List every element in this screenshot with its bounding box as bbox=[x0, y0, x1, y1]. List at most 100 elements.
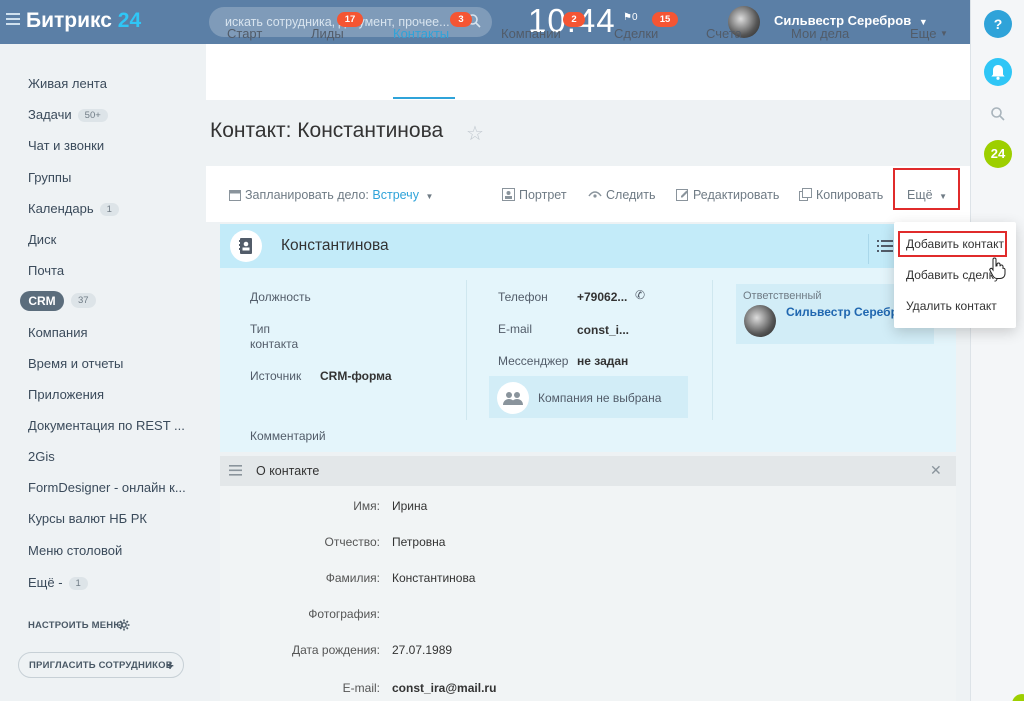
sidebar-item-badge: 1 bbox=[68, 577, 88, 590]
sidebar-item-label: Ещё - bbox=[28, 575, 63, 590]
tab-4[interactable]: Сделки bbox=[614, 26, 658, 41]
copy-button[interactable]: Копировать bbox=[799, 188, 883, 202]
sidebar-item[interactable]: Календарь 1 bbox=[28, 201, 119, 216]
sidebar-item[interactable]: Курсы валют НБ РК bbox=[28, 511, 147, 526]
field-value: 27.07.1989 bbox=[392, 643, 453, 657]
sidebar-item[interactable]: Время и отчеты bbox=[28, 356, 123, 371]
sidebar-item[interactable]: FormDesigner - онлайн к... bbox=[28, 480, 186, 495]
tab-5[interactable]: Счета bbox=[706, 26, 742, 41]
logo[interactable]: Битрикс 24 bbox=[26, 9, 141, 33]
eye-icon bbox=[588, 191, 602, 198]
tab-0[interactable]: Старт bbox=[227, 26, 262, 41]
list-icon[interactable] bbox=[877, 239, 893, 253]
sidebar-item-label: Курсы валют НБ РК bbox=[28, 511, 147, 526]
sidebar-item-badge: 1 bbox=[99, 203, 119, 216]
star-icon[interactable]: ☆ bbox=[466, 121, 484, 146]
field-value: const_ira@mail.ru bbox=[392, 681, 497, 695]
sidebar-item[interactable]: Документация по REST ... bbox=[28, 418, 185, 433]
sidebar-item-label: Меню столовой bbox=[28, 543, 123, 558]
phone-label: Телефон bbox=[498, 290, 548, 304]
flag-counter[interactable]: ⚑0 bbox=[623, 12, 638, 23]
field-label: Фамилия: bbox=[325, 571, 380, 585]
sidebar-item-crm[interactable]: CRM bbox=[20, 291, 64, 311]
sidebar-item[interactable]: Группы bbox=[28, 170, 71, 185]
sidebar-item[interactable]: Приложения bbox=[28, 387, 104, 402]
sidebar-item-label: Почта bbox=[28, 263, 65, 278]
copy-icon bbox=[799, 188, 812, 201]
company-value[interactable]: Компания не выбрана bbox=[538, 391, 661, 405]
invite-button[interactable]: ПРИГЛАСИТЬ СОТРУДНИКОВ + bbox=[18, 652, 184, 678]
tab-2[interactable]: Контакты bbox=[393, 26, 449, 41]
search-icon[interactable] bbox=[990, 106, 1006, 122]
sidebar-item-label: FormDesigner - онлайн к... bbox=[28, 480, 186, 495]
sidebar-item[interactable]: Почта bbox=[28, 263, 64, 278]
menu-icon[interactable] bbox=[6, 13, 20, 27]
sidebar-item-label: Приложения bbox=[28, 387, 105, 402]
menu-item-add-deal[interactable]: Добавить сделку bbox=[906, 268, 1000, 282]
tab-6[interactable]: Мои дела bbox=[791, 26, 849, 41]
chevron-down-icon: ▼ bbox=[425, 192, 434, 201]
sidebar-item[interactable]: Компания bbox=[28, 325, 88, 340]
field-value: Ирина bbox=[392, 499, 428, 513]
drag-handle-icon[interactable] bbox=[229, 465, 242, 476]
flag-icon: ⚑ bbox=[623, 12, 632, 23]
sidebar-item-label: Чат и звонки bbox=[28, 138, 105, 153]
setup-menu-button[interactable]: НАСТРОИТЬ МЕНЮ bbox=[28, 620, 123, 631]
active-tab-indicator bbox=[393, 97, 455, 99]
sidebar-item[interactable]: 2Gis bbox=[28, 449, 55, 464]
sidebar-item[interactable]: Живая лента bbox=[28, 76, 107, 91]
menu-item-delete-contact[interactable]: Удалить контакт bbox=[906, 299, 997, 313]
sidebar-item[interactable]: Чат и звонки bbox=[28, 138, 104, 153]
field-label: Имя: bbox=[353, 499, 380, 513]
type-label: контакта bbox=[250, 337, 299, 351]
close-icon[interactable]: ✕ bbox=[930, 462, 942, 479]
source-value: CRM-форма bbox=[320, 369, 392, 383]
source-label: Источник bbox=[250, 369, 302, 383]
phone-icon[interactable]: ✆ bbox=[635, 288, 645, 302]
sidebar-item[interactable]: Ещё - 1 bbox=[28, 575, 88, 590]
follow-button[interactable]: Следить bbox=[588, 188, 656, 202]
type-label: Тип bbox=[250, 322, 271, 336]
sidebar-item[interactable]: Диск bbox=[28, 232, 56, 247]
column-divider bbox=[466, 280, 467, 420]
sidebar-item-label: Живая лента bbox=[28, 76, 107, 91]
menu-item-highlight bbox=[898, 231, 1007, 257]
field-label: Фотография: bbox=[308, 607, 380, 621]
sidebar-item[interactable]: Задачи 50+ bbox=[28, 107, 108, 122]
phone-value[interactable]: +79062... bbox=[577, 290, 627, 304]
sidebar-item-label: Группы bbox=[28, 170, 72, 185]
portrait-icon bbox=[502, 188, 515, 201]
tab-3[interactable]: Компании bbox=[501, 26, 561, 41]
sidebar-item-label: Время и отчеты bbox=[28, 356, 124, 371]
help-button[interactable]: ? bbox=[984, 10, 1012, 38]
crm-tabs bbox=[206, 44, 970, 100]
sidebar-item-label: 2Gis bbox=[28, 449, 55, 464]
sidebar-item-label: Календарь bbox=[28, 201, 94, 216]
notifications-button[interactable] bbox=[984, 58, 1012, 86]
field-value: Петровна bbox=[392, 535, 446, 549]
bitrix24-button[interactable]: 24 bbox=[984, 140, 1012, 168]
chevron-down-icon: ▼ bbox=[940, 29, 948, 38]
contact-icon bbox=[230, 230, 262, 262]
more-button-highlight bbox=[893, 168, 960, 210]
sidebar-item-label: Диск bbox=[28, 232, 57, 247]
responsible-avatar[interactable] bbox=[744, 305, 776, 337]
plan-activity-button[interactable]: Запланировать дело: Встречу ▼ bbox=[229, 188, 433, 202]
sidebar-item-label: Компания bbox=[28, 325, 88, 340]
sidebar-item[interactable]: Меню столовой bbox=[28, 543, 122, 558]
sidebar-item-label: Документация по REST ... bbox=[28, 418, 185, 433]
calendar-icon bbox=[229, 190, 241, 201]
email-value[interactable]: const_i... bbox=[577, 323, 629, 337]
edit-button[interactable]: Редактировать bbox=[676, 188, 779, 202]
portrait-button[interactable]: Портрет bbox=[502, 188, 567, 202]
contact-name: Константинова bbox=[281, 237, 389, 254]
about-section-header bbox=[220, 456, 956, 486]
gear-icon[interactable] bbox=[118, 619, 130, 631]
field-label: Отчество: bbox=[324, 535, 381, 549]
tab-1[interactable]: Лиды bbox=[311, 26, 344, 41]
page-title: Контакт: Константинова bbox=[210, 119, 444, 142]
messenger-value: не задан bbox=[577, 354, 629, 368]
edit-icon bbox=[676, 189, 688, 201]
column-divider bbox=[712, 280, 713, 420]
tab-7[interactable]: Еще bbox=[910, 26, 936, 41]
